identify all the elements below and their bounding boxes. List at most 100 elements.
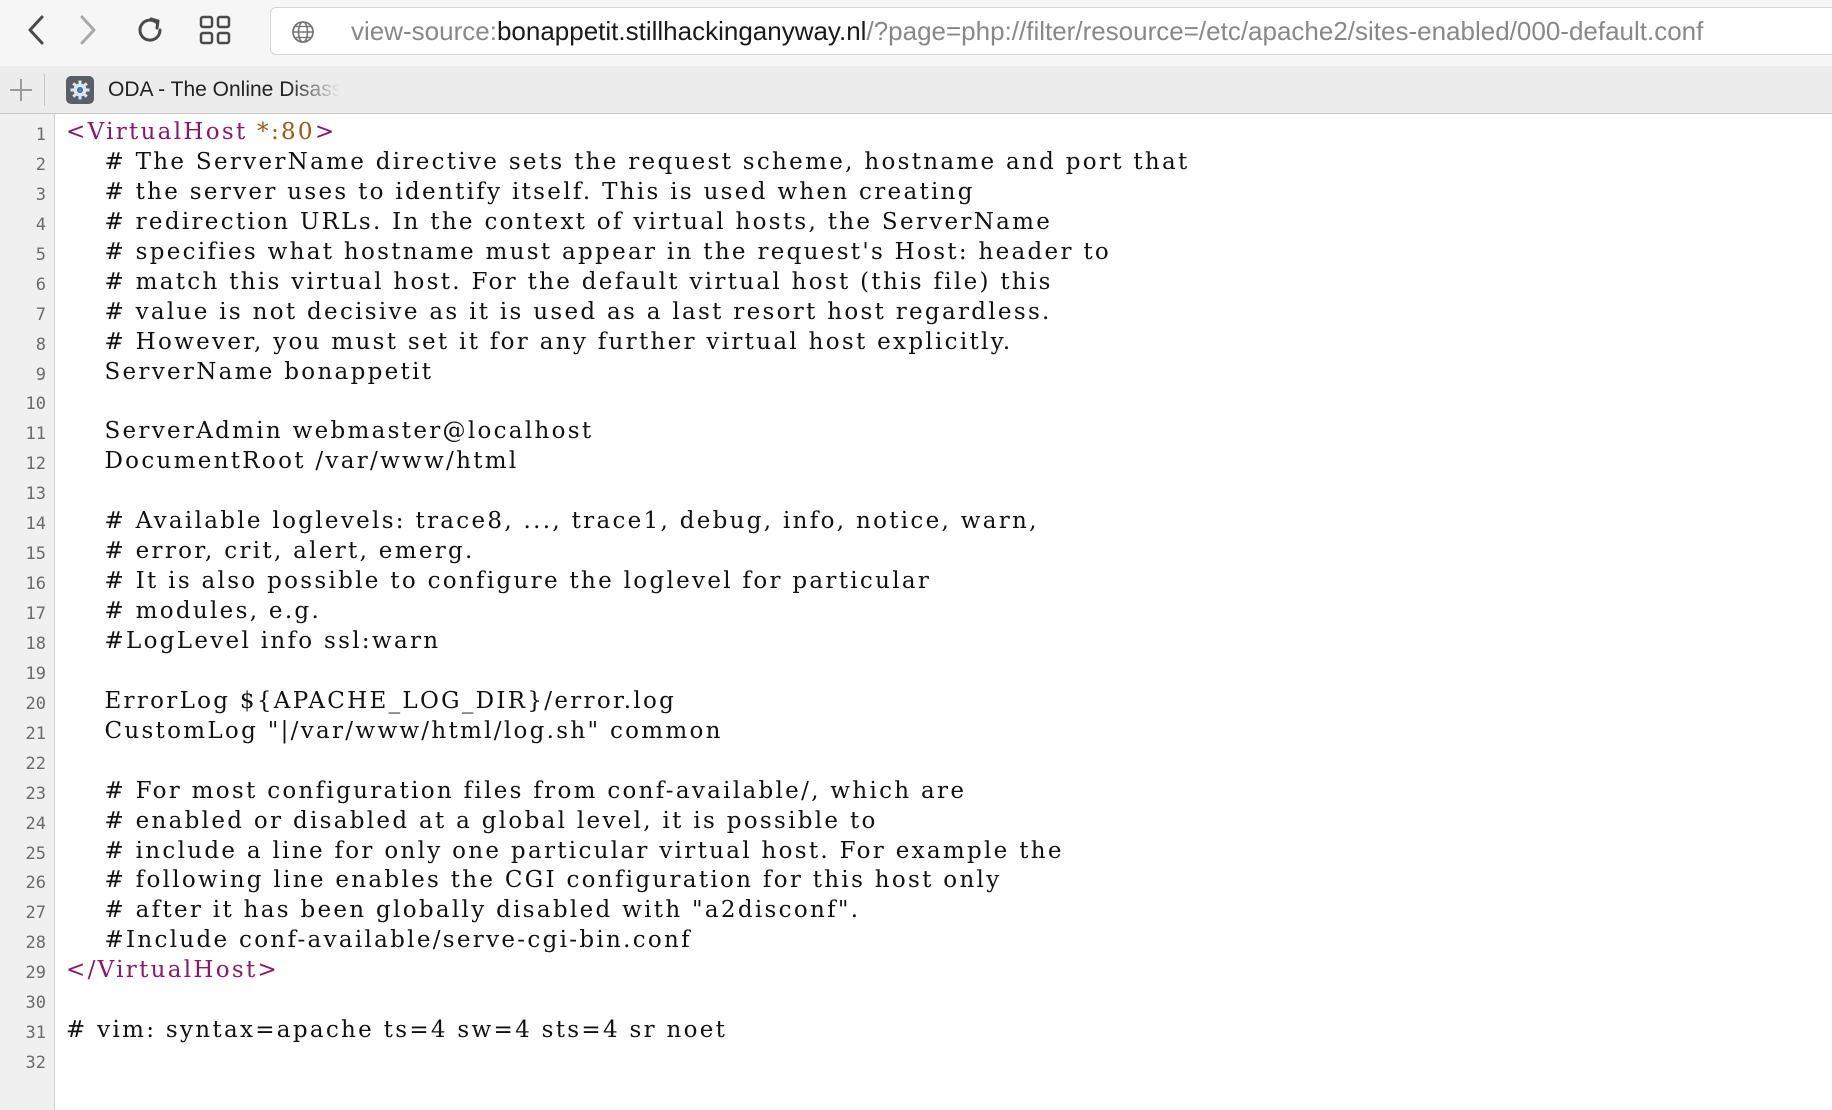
line-number: 5 (35, 244, 46, 265)
code-text: # value is not decisive as it is used as… (66, 298, 1052, 325)
code-line: 10 (0, 387, 1832, 417)
url-prefix: view-source: (351, 16, 497, 46)
line-number: 15 (25, 544, 46, 565)
code-line: 13 (0, 477, 1832, 507)
line-number: 13 (25, 484, 46, 505)
bookmark-oda[interactable]: ODA - The Online Disassembler (66, 74, 340, 106)
code-line: 1 <VirtualHost *:80> (0, 118, 1832, 148)
code-text: # The ServerName directive sets the requ… (66, 148, 1190, 175)
code-line: 20 ErrorLog ${APACHE_LOG_DIR}/error.log (0, 687, 1832, 717)
line-number: 22 (25, 753, 46, 774)
line-number: 10 (25, 394, 46, 415)
code-line: 4 # redirection URLs. In the context of … (0, 208, 1832, 238)
line-number: 32 (25, 1053, 46, 1074)
line-number: 16 (25, 574, 46, 595)
code-line: 28 #Include conf-available/serve-cgi-bin… (0, 926, 1832, 956)
code-text: # It is also possible to configure the l… (66, 568, 932, 595)
code-text: # following line enables the CGI configu… (66, 867, 1002, 894)
code-line: 8 # However, you must set it for any fur… (0, 328, 1832, 358)
bookmarks-divider (44, 74, 45, 106)
line-number: 7 (35, 304, 46, 325)
code-line: 18 #LogLevel info ssl:warn (0, 627, 1832, 657)
tag-close: > (314, 119, 337, 145)
reload-button[interactable] (128, 8, 172, 52)
code-text: # For most configuration files from conf… (66, 777, 967, 804)
line-number: 18 (25, 633, 46, 654)
code-text: DocumentRoot /var/www/html (66, 448, 519, 475)
code-line: 30 (0, 986, 1832, 1016)
code-text: # include a line for only one particular… (66, 837, 1064, 864)
code-line: 25 # include a line for only one particu… (0, 837, 1832, 867)
code-line: 22 (0, 747, 1832, 777)
code-text: # However, you must set it for any furth… (66, 328, 1013, 355)
code-text: ErrorLog ${APACHE_LOG_DIR}/error.log (66, 687, 677, 714)
code-text: # after it has been globally disabled wi… (66, 897, 861, 924)
line-number: 17 (25, 604, 46, 624)
code-text: #LogLevel info ssl:warn (66, 627, 441, 654)
code-line: 12 DocumentRoot /var/www/html (0, 447, 1832, 477)
grid-icon (199, 15, 231, 45)
tab-overview-button[interactable] (193, 8, 237, 52)
code-lines: 1 <VirtualHost *:80> 2 # The ServerName di… (0, 118, 1832, 1076)
reload-icon (138, 17, 162, 42)
plus-icon (10, 79, 32, 101)
code-text: </VirtualHost> (66, 957, 280, 984)
gear-icon (66, 76, 94, 104)
code-text: # Available loglevels: trace8, ..., trac… (66, 508, 1039, 535)
code-text: # the server uses to identify itself. Th… (66, 178, 975, 205)
code-line: 3 # the server uses to identify itself. … (0, 178, 1832, 208)
bookmarks-bar: ODA - The Online Disassembler (0, 66, 1832, 114)
line-number: 1 (35, 125, 46, 145)
url-text[interactable]: view-source:bonappetit.stillhackinganywa… (351, 8, 1703, 54)
code-line: 15 # error, crit, alert, emerg. (0, 537, 1832, 567)
code-line: 14 # Available loglevels: trace8, ..., t… (0, 507, 1832, 537)
line-number: 14 (25, 514, 46, 535)
line-number: 6 (35, 274, 46, 295)
code-text: ServerName bonappetit (66, 358, 434, 385)
line-number: 12 (25, 454, 46, 475)
line-number: 8 (35, 334, 46, 355)
code-line: 31 # vim: syntax=apache ts=4 sw=4 sts=4 s… (0, 1016, 1832, 1046)
line-number: 26 (25, 873, 46, 894)
tag-name: <VirtualHost (66, 119, 248, 145)
address-bar[interactable]: view-source:bonappetit.stillhackinganywa… (270, 7, 1832, 55)
code-text: #Include conf-available/serve-cgi-bin.co… (66, 927, 692, 954)
code-text: # specifies what hostname must appear in… (66, 238, 1112, 265)
line-number: 2 (35, 154, 46, 175)
line-number: 4 (35, 214, 46, 235)
code-text: CustomLog "|/var/www/html/log.sh" common (66, 717, 723, 744)
line-number: 20 (25, 693, 46, 714)
code-line: 19 (0, 657, 1832, 687)
line-number: 19 (25, 663, 46, 684)
line-number: 24 (25, 813, 46, 834)
line-number: 28 (25, 933, 46, 954)
code-text: # match this virtual host. For the defau… (66, 268, 1053, 295)
line-number: 30 (25, 993, 46, 1014)
globe-icon (292, 21, 314, 43)
chevron-left-icon (28, 15, 44, 45)
code-text: # enabled or disabled at a global level,… (66, 807, 878, 834)
code-line: 21 CustomLog "|/var/www/html/log.sh" com… (0, 717, 1832, 747)
url-host: bonappetit.stillhackinganyway.nl (496, 16, 867, 46)
code-line: 2 # The ServerName directive sets the re… (0, 148, 1832, 178)
code-line: 29 </VirtualHost> (0, 956, 1832, 986)
source-view[interactable]: 1 <VirtualHost *:80> 2 # The ServerName di… (0, 114, 1832, 1110)
code-text: # error, crit, alert, emerg. (66, 538, 475, 565)
line-number: 9 (35, 364, 46, 385)
forward-button[interactable] (66, 8, 110, 52)
code-text: ServerAdmin webmaster@localhost (66, 418, 594, 445)
url-path: /?page=php://filter/resource=/etc/apache… (866, 16, 1704, 46)
code-text: # vim: syntax=apache ts=4 sw=4 sts=4 sr … (66, 1017, 728, 1044)
code-line: 32 (0, 1046, 1832, 1076)
chevron-right-icon (80, 15, 96, 45)
back-button[interactable] (14, 8, 58, 52)
code-line: 5 # specifies what hostname must appear … (0, 238, 1832, 268)
code-line: 23 # For most configuration files from c… (0, 777, 1832, 807)
code-line: 16 # It is also possible to configure th… (0, 567, 1832, 597)
line-number: 31 (25, 1023, 46, 1044)
code-line: 27 # after it has been globally disabled… (0, 896, 1832, 926)
code-line: 6 # match this virtual host. For the def… (0, 268, 1832, 298)
tag-attribute: *:80 (257, 119, 315, 145)
add-bookmark-button[interactable] (6, 74, 36, 111)
line-number: 29 (25, 963, 46, 984)
